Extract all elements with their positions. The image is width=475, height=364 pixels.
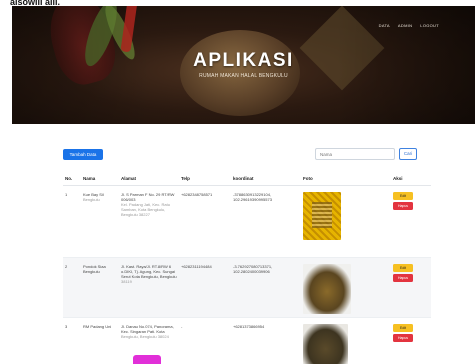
- header-nama: Nama: [81, 172, 119, 186]
- cell-aksi: Edit Hapus: [391, 317, 431, 364]
- cell-nama-text: RM Padang Uni: [83, 323, 112, 329]
- food-photo: [303, 323, 348, 364]
- cell-foto: [301, 317, 391, 364]
- cell-nama: Pondok Siaa Bengkulu: [81, 257, 119, 318]
- food-photo: [303, 263, 351, 314]
- table-header-row: No. Nama Alamat Telp koordinat Foto Aksi: [63, 172, 431, 186]
- cell-alamat-sub: Kel. Padang Jati, Kec. Ratu Samban, Kota…: [121, 201, 170, 218]
- cell-nama: RM Padang Uni: [81, 317, 119, 364]
- nav-link-logout[interactable]: LOGOUT: [420, 23, 439, 28]
- edit-button[interactable]: Edit: [393, 263, 413, 272]
- cell-alamat: Jl. S Parman F No. 29 RT/RW 006/003 Kel.…: [119, 185, 179, 258]
- cell-telp: +6282311194484: [179, 257, 231, 318]
- cell-nama: Kue Bay Sil Bengkulu: [81, 185, 119, 258]
- search-input[interactable]: [315, 148, 395, 160]
- top-nav: DATA ADMIN LOGOUT: [379, 23, 439, 28]
- cell-telp: -: [179, 317, 231, 364]
- search-button[interactable]: Cari: [399, 148, 417, 160]
- cell-no: 1: [63, 185, 81, 258]
- delete-button[interactable]: Hapus: [393, 273, 413, 282]
- page-title: APLIKASI: [193, 50, 294, 71]
- cell-alamat-text: Jl. Danau No.074, Panorama, Kec. Singara…: [121, 323, 174, 334]
- cell-nama-text: Pondok Siaa Bengkulu: [83, 263, 106, 274]
- nav-link-data[interactable]: DATA: [379, 23, 390, 28]
- cell-no: 2: [63, 257, 81, 318]
- header-foto: Foto: [301, 172, 391, 186]
- table-row: 1 Kue Bay Sil Bengkulu Jl. S Parman F No…: [63, 185, 431, 258]
- edit-button[interactable]: Edit: [393, 191, 413, 200]
- cell-alamat-text: Jl. S Parman F No. 29 RT/RW 006/003: [121, 191, 175, 202]
- pink-marker: [133, 355, 161, 364]
- restaurant-table: No. Nama Alamat Telp koordinat Foto Aksi…: [63, 172, 431, 364]
- cell-aksi: Edit Hapus: [391, 185, 431, 258]
- add-data-button[interactable]: Tambah Data: [63, 149, 103, 160]
- page-subtitle: RUMAH MAKAN HALAL BENGKULU: [199, 73, 288, 79]
- table-row: 3 RM Padang Uni Jl. Danau No.074, Panora…: [63, 317, 431, 364]
- header-no: No.: [63, 172, 81, 186]
- header-alamat: Alamat: [119, 172, 179, 186]
- header-telp: Telp: [179, 172, 231, 186]
- page: aisowiii aiii. DATA ADMIN LOGOUT APLIKAS…: [0, 0, 475, 364]
- cell-koordinat: +6281373866954: [231, 317, 301, 364]
- cell-alamat-text: Jl. Kast. Raya/Jl. RT.8/RW 6 o.DIKI, Tj.…: [121, 263, 177, 279]
- content-card: Tambah Data Cari No. Nama Alamat Telp ko…: [53, 138, 438, 364]
- hero-banner: DATA ADMIN LOGOUT APLIKASI RUMAH MAKAN H…: [12, 6, 475, 124]
- edit-button[interactable]: Edit: [393, 323, 413, 332]
- cell-alamat-sub: Bengkulu, Bengkulu 38024: [121, 333, 169, 339]
- header-koordinat: koordinat: [231, 172, 301, 186]
- cell-aksi: Edit Hapus: [391, 257, 431, 318]
- delete-button[interactable]: Hapus: [393, 201, 413, 210]
- cell-alamat-sub: 38119: [121, 279, 132, 285]
- table-row: 2 Pondok Siaa Bengkulu Jl. Kast. Raya/Jl…: [63, 257, 431, 318]
- cell-koordinat: -3.762927080713371, 102.2802400039906: [231, 257, 301, 318]
- food-photo: [303, 191, 341, 240]
- cell-nama-sub: Bengkulu: [83, 196, 100, 202]
- nav-link-admin[interactable]: ADMIN: [398, 23, 412, 28]
- cell-koordinat: -3788630913229104, 102.29619390995573: [231, 185, 301, 258]
- cell-foto: [301, 185, 391, 258]
- cell-foto: [301, 257, 391, 318]
- delete-button[interactable]: Hapus: [393, 333, 413, 342]
- cell-no: 3: [63, 317, 81, 364]
- cell-telp: +6282348758571: [179, 185, 231, 258]
- cell-alamat: Jl. Kast. Raya/Jl. RT.8/RW 6 o.DIKI, Tj.…: [119, 257, 179, 318]
- header-aksi: Aksi: [391, 172, 431, 186]
